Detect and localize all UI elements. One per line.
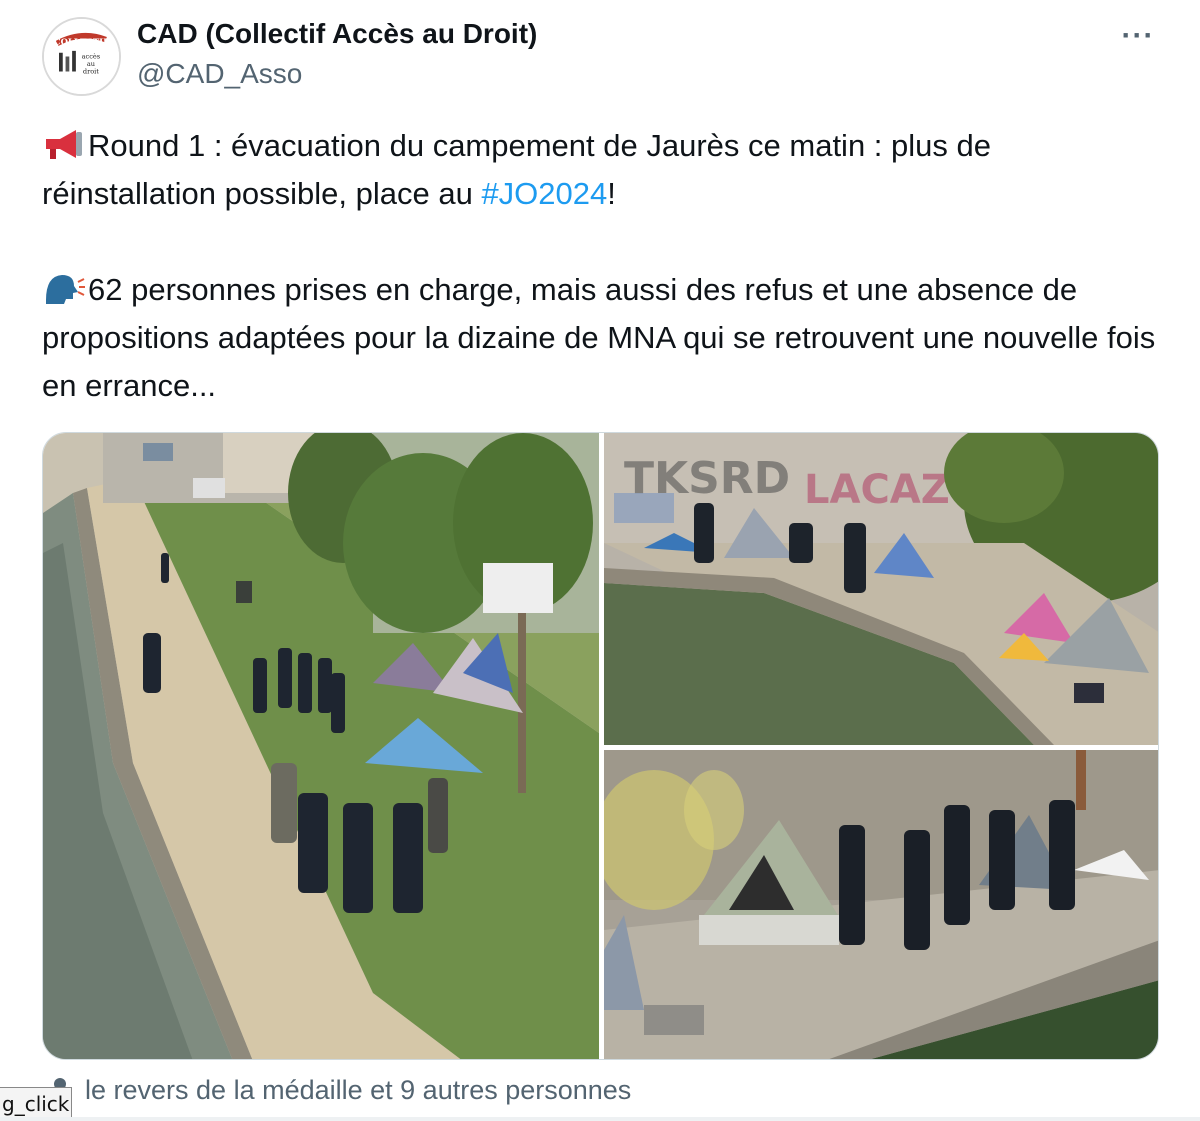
- tweet-text-part-3: 62 personnes prises en charge, mais auss…: [42, 272, 1156, 403]
- svg-text:LACAZ: LACAZ: [804, 467, 950, 513]
- more-dots-icon: ···: [1121, 19, 1155, 52]
- tweet-text-part-2: !: [607, 176, 616, 211]
- media-grid: TKSRD LACAZ: [42, 432, 1159, 1060]
- tagged-people[interactable]: le revers de la médaille et 9 autres per…: [45, 1070, 631, 1110]
- megaphone-icon: [42, 126, 86, 162]
- author-avatar[interactable]: COLLECTIF accès au droit: [42, 17, 121, 96]
- speaking-head-icon: [42, 270, 86, 306]
- hashtag-link[interactable]: #JO2024: [481, 176, 607, 211]
- svg-text:droit: droit: [83, 67, 99, 75]
- more-options-button[interactable]: ···: [1118, 20, 1158, 52]
- author-display-name[interactable]: CAD (Collectif Accès au Droit): [137, 18, 537, 50]
- divider: [0, 1117, 1200, 1121]
- debug-overlay-label: g_click: [0, 1087, 72, 1121]
- tweet-card: COLLECTIF accès au droit CAD (Collectif …: [0, 0, 1200, 1121]
- tweet-paragraph-1: Round 1 : évacuation du campement de Jau…: [42, 122, 1162, 218]
- svg-text:COLLECTIF: COLLECTIF: [54, 36, 109, 46]
- tweet-paragraph-2: 62 personnes prises en charge, mais auss…: [42, 266, 1162, 410]
- photo-police-line-tents[interactable]: [604, 750, 1158, 1059]
- author-handle[interactable]: @CAD_Asso: [137, 58, 302, 90]
- photo-canal-path-police[interactable]: [43, 433, 599, 1059]
- tweet-body: Round 1 : évacuation du campement de Jau…: [42, 122, 1162, 410]
- photo-tents-graffiti-wall[interactable]: TKSRD LACAZ: [604, 433, 1158, 745]
- collectif-logo-icon: COLLECTIF accès au droit: [44, 19, 119, 94]
- tagged-people-label: le revers de la médaille et 9 autres per…: [85, 1074, 632, 1105]
